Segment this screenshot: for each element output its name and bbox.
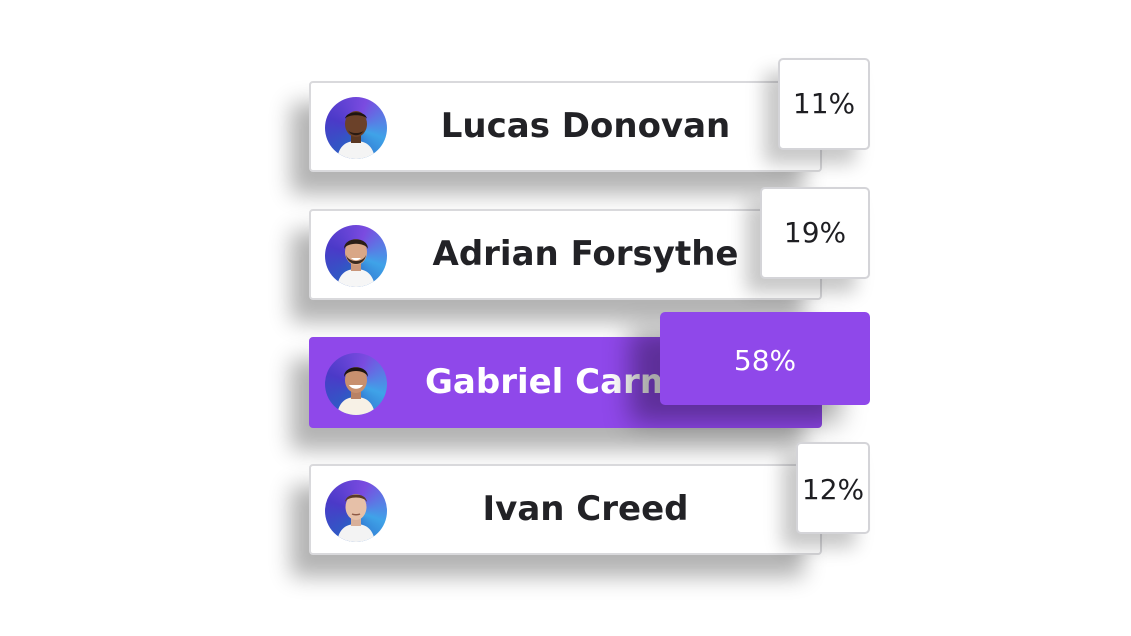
candidate-option-lucas[interactable]: Lucas Donovan — [309, 81, 822, 172]
vote-percentage: 12% — [796, 442, 870, 534]
candidate-name: Adrian Forsythe — [432, 234, 739, 274]
avatar — [325, 480, 387, 542]
vote-percentage: 58% — [660, 312, 870, 405]
candidate-option-adrian[interactable]: Adrian Forsythe — [309, 209, 822, 300]
candidate-option-ivan[interactable]: Ivan Creed — [309, 464, 822, 555]
vote-percentage: 11% — [778, 58, 870, 150]
poll-results: Lucas Donovan 11% Adrian Forsythe 19% Ga… — [0, 0, 1131, 636]
avatar — [325, 353, 387, 415]
avatar — [325, 225, 387, 287]
avatar — [325, 97, 387, 159]
candidate-name: Lucas Donovan — [440, 106, 731, 146]
candidate-name: Ivan Creed — [482, 489, 689, 529]
vote-percentage: 19% — [760, 187, 870, 279]
